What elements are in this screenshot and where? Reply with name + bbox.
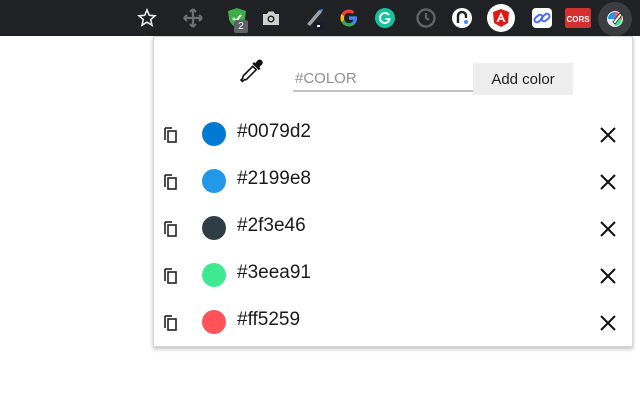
- browser-toolbar: 2 CORS: [0, 0, 640, 36]
- angular-icon[interactable]: [487, 4, 515, 32]
- translate-icon[interactable]: [450, 6, 474, 30]
- cors-label: CORS: [566, 15, 590, 24]
- shield-badge: 2: [234, 20, 248, 33]
- close-icon[interactable]: [599, 267, 617, 285]
- color-swatch: [202, 122, 226, 146]
- pen-extension-icon[interactable]: [302, 6, 326, 30]
- color-hex-label: #ff5259: [237, 309, 301, 330]
- eyedropper-icon[interactable]: [238, 57, 266, 85]
- color-input[interactable]: [293, 66, 473, 92]
- copy-icon[interactable]: [162, 265, 180, 285]
- color-hex-label: #2f3e46: [237, 215, 306, 236]
- color-row: #3eea91: [154, 252, 632, 299]
- color-picker-popup: Add color #0079d2 #2199e8 #2f3e46 #3eea91 #f…: [153, 36, 633, 347]
- cors-extension-icon[interactable]: CORS: [565, 6, 591, 30]
- close-icon[interactable]: [599, 314, 617, 332]
- color-swatch: [202, 216, 226, 240]
- close-icon[interactable]: [599, 173, 617, 191]
- google-icon[interactable]: [337, 6, 361, 30]
- color-swatch: [202, 310, 226, 334]
- color-hex-label: #3eea91: [237, 262, 311, 283]
- color-row: #0079d2: [154, 111, 632, 158]
- close-icon[interactable]: [599, 126, 617, 144]
- color-hex-label: #2199e8: [237, 168, 311, 189]
- copy-icon[interactable]: [162, 124, 180, 144]
- close-icon[interactable]: [599, 220, 617, 238]
- add-color-button[interactable]: Add color: [473, 63, 573, 95]
- copy-icon[interactable]: [162, 171, 180, 191]
- camera-icon[interactable]: [259, 6, 283, 30]
- link-extension-icon[interactable]: [530, 6, 554, 30]
- color-picker-extension-icon[interactable]: [598, 2, 632, 36]
- color-hex-label: #0079d2: [237, 121, 311, 142]
- move-icon[interactable]: [181, 6, 205, 30]
- copy-icon[interactable]: [162, 218, 180, 238]
- color-row: #2199e8: [154, 158, 632, 205]
- color-swatch: [202, 169, 226, 193]
- color-row: #ff5259: [154, 299, 632, 346]
- star-icon[interactable]: [135, 6, 159, 30]
- color-row: #2f3e46: [154, 205, 632, 252]
- clock-icon[interactable]: [414, 6, 438, 30]
- color-swatch: [202, 263, 226, 287]
- grammarly-icon[interactable]: [373, 6, 397, 30]
- copy-icon[interactable]: [162, 312, 180, 332]
